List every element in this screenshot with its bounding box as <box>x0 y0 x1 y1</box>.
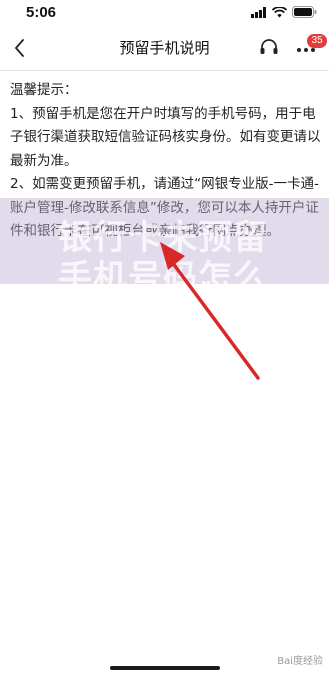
wifi-icon <box>272 6 287 17</box>
tips-heading: 温馨提示： <box>10 82 78 98</box>
status-time: 5:06 <box>26 4 57 21</box>
footer-watermark: Bai度经验 <box>277 656 323 667</box>
battery-icon <box>292 6 317 18</box>
tip-item-1: 1、预留手机是您在开户时填写的手机号码，用于电子银行渠道获取短信验证码核实身份。… <box>10 105 321 169</box>
signal-icon <box>251 6 266 18</box>
status-icons <box>251 6 317 18</box>
watermark-text: 银行卡未预留 手机号码怎么 <box>58 218 268 298</box>
status-bar: 5:06 <box>0 0 329 26</box>
watermark-line-2: 手机号码怎么 <box>58 258 268 298</box>
headset-icon[interactable] <box>258 37 280 59</box>
watermark-line-1: 银行卡未预留 <box>58 218 268 258</box>
notification-badge: 35 <box>307 34 327 48</box>
home-indicator <box>110 666 220 670</box>
nav-bar: 预留手机说明 35 <box>0 26 329 71</box>
